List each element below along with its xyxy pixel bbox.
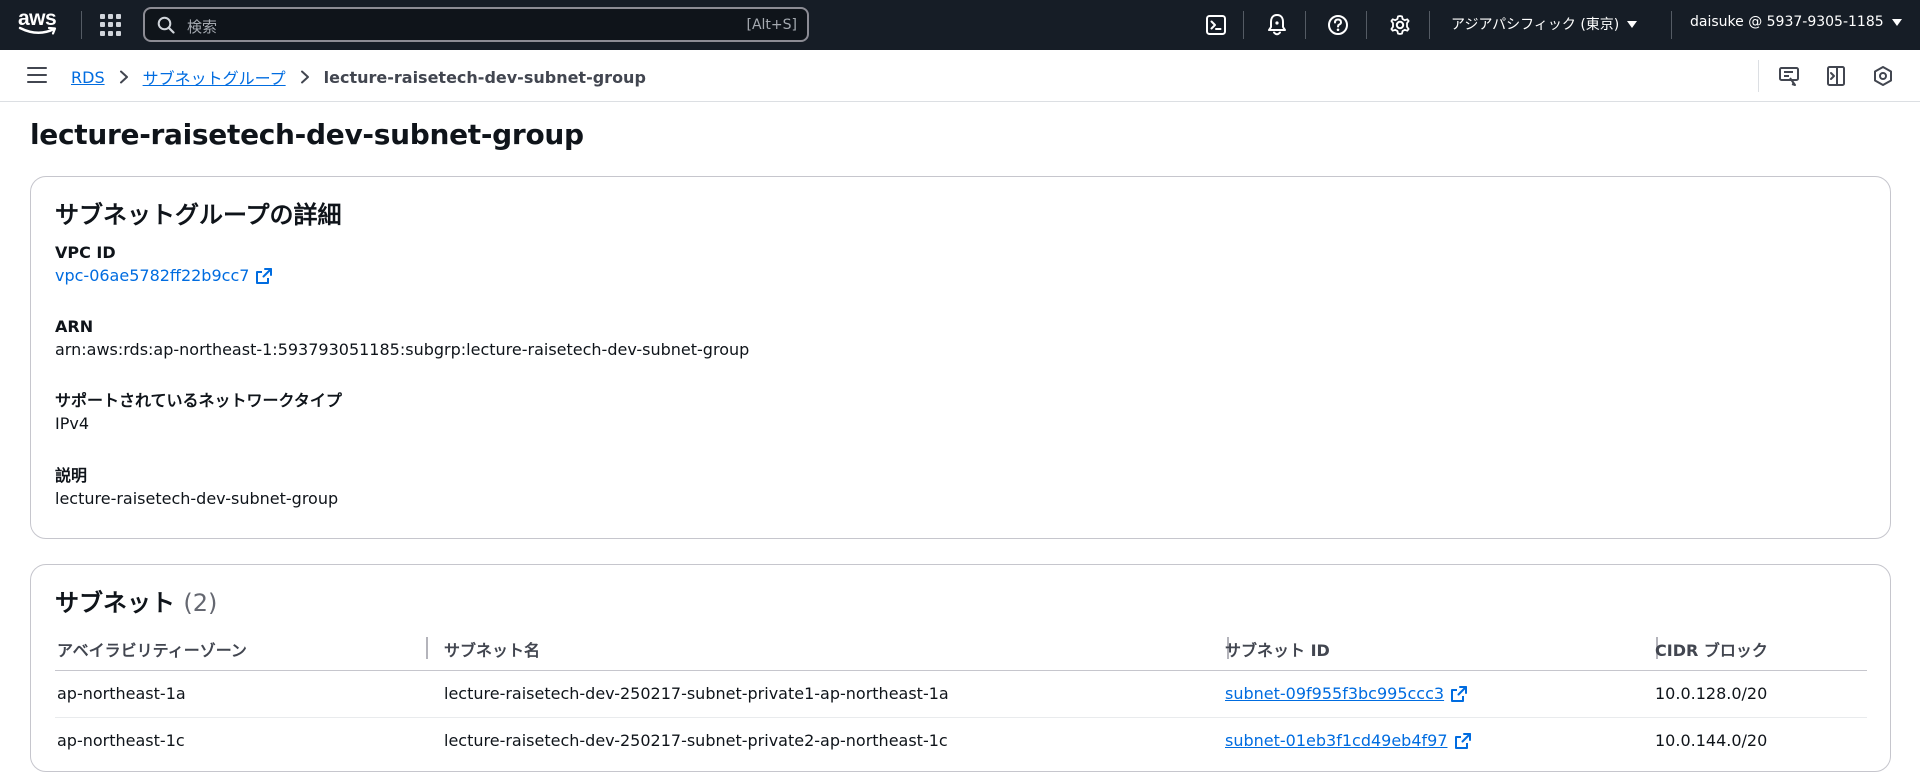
subnet-id-link[interactable]: subnet-01eb3f1cd49eb4f97 bbox=[1225, 731, 1472, 750]
settings-icon[interactable] bbox=[1387, 12, 1413, 38]
column-resizer[interactable] bbox=[426, 637, 428, 659]
subnet-id-text: subnet-09f955f3bc995ccc3 bbox=[1225, 684, 1445, 703]
column-header-subnet-id[interactable]: サブネット ID bbox=[1225, 637, 1330, 661]
caret-down-icon bbox=[1891, 18, 1902, 26]
nav-divider bbox=[1243, 11, 1244, 39]
arn-value: arn:aws:rds:ap-northeast-1:593793051185:… bbox=[55, 340, 750, 359]
description-label: 説明 bbox=[55, 466, 88, 485]
search-placeholder: 検索 bbox=[187, 18, 218, 36]
vpc-id-field: VPC ID vpc-06ae5782ff22b9cc7 bbox=[55, 242, 273, 288]
external-link-icon bbox=[256, 268, 273, 284]
cell-cidr: 10.0.144.0/20 bbox=[1655, 731, 1768, 750]
page-title: lecture-raisetech-dev-subnet-group bbox=[30, 118, 584, 151]
cell-subnet-id: subnet-09f955f3bc995ccc3 bbox=[1225, 684, 1468, 703]
nav-divider bbox=[1671, 11, 1672, 39]
network-type-field: サポートされているネットワークタイプ IPv4 bbox=[55, 390, 342, 436]
external-link-icon bbox=[1454, 732, 1471, 749]
description-value: lecture-raisetech-dev-subnet-group bbox=[55, 489, 339, 508]
breadcrumb-subnet-groups[interactable]: サブネットグループ bbox=[143, 65, 286, 89]
breadcrumb-current: lecture-raisetech-dev-subnet-group bbox=[323, 67, 646, 87]
breadcrumb-bar: RDS サブネットグループ lecture-raisetech-dev-subn… bbox=[0, 50, 1920, 102]
account-label: daisuke @ 5937-9305-1185 bbox=[1690, 14, 1884, 30]
feedback-icon[interactable] bbox=[1777, 64, 1801, 88]
aws-logo[interactable]: aws bbox=[18, 7, 62, 40]
subnet-id-text: subnet-01eb3f1cd49eb4f97 bbox=[1225, 731, 1448, 750]
column-header-cidr[interactable]: CIDR ブロック bbox=[1655, 637, 1768, 661]
breadcrumb-rds[interactable]: RDS bbox=[71, 68, 105, 87]
cell-subnet-name: lecture-raisetech-dev-250217-subnet-priv… bbox=[444, 731, 948, 750]
details-title: サブネットグループの詳細 bbox=[55, 201, 342, 229]
hexagon-icon[interactable] bbox=[1871, 64, 1895, 88]
nav-divider bbox=[1366, 11, 1367, 39]
subnet-group-details-card: サブネットグループの詳細 VPC ID vpc-06ae5782ff22b9cc… bbox=[30, 176, 1891, 539]
chevron-right-icon bbox=[300, 70, 310, 84]
services-menu-icon[interactable] bbox=[100, 14, 122, 36]
search-input[interactable]: 検索 [Alt+S] bbox=[143, 7, 809, 42]
notifications-icon[interactable] bbox=[1264, 12, 1290, 38]
arn-label: ARN bbox=[55, 317, 94, 336]
column-header-subnet-name[interactable]: サブネット名 bbox=[444, 637, 540, 661]
cell-subnet-id: subnet-01eb3f1cd49eb4f97 bbox=[1225, 731, 1472, 750]
cell-cidr: 10.0.128.0/20 bbox=[1655, 684, 1768, 703]
cloudshell-icon[interactable] bbox=[1203, 12, 1229, 38]
network-type-value: IPv4 bbox=[55, 414, 90, 433]
vpc-id-label: VPC ID bbox=[55, 243, 116, 262]
vpc-id-value: vpc-06ae5782ff22b9cc7 bbox=[55, 266, 250, 285]
table-row: ap-northeast-1a lecture-raisetech-dev-25… bbox=[55, 671, 1867, 718]
breadcrumb: RDS サブネットグループ lecture-raisetech-dev-subn… bbox=[71, 65, 646, 89]
region-selector[interactable]: アジアパシフィック (東京) bbox=[1451, 14, 1638, 34]
subnet-id-link[interactable]: subnet-09f955f3bc995ccc3 bbox=[1225, 684, 1468, 703]
cell-az: ap-northeast-1a bbox=[57, 684, 186, 703]
vpc-id-link[interactable]: vpc-06ae5782ff22b9cc7 bbox=[55, 264, 273, 288]
external-link-icon bbox=[1451, 685, 1468, 702]
search-icon bbox=[157, 16, 175, 34]
help-icon[interactable] bbox=[1325, 12, 1351, 38]
side-panel-icon[interactable] bbox=[1824, 64, 1848, 88]
network-type-label: サポートされているネットワークタイプ bbox=[55, 391, 342, 410]
description-field: 説明 lecture-raisetech-dev-subnet-group bbox=[55, 465, 338, 511]
region-label: アジアパシフィック (東京) bbox=[1451, 17, 1620, 33]
subnets-title: サブネット (2) bbox=[55, 583, 217, 618]
subnets-card: サブネット (2) アベイラビリティーゾーン サブネット名 サブネット ID C… bbox=[30, 564, 1891, 772]
aws-logo-text: aws bbox=[18, 7, 57, 30]
account-menu[interactable]: daisuke @ 5937-9305-1185 bbox=[1690, 14, 1902, 30]
nav-divider bbox=[81, 11, 82, 39]
search-shortcut: [Alt+S] bbox=[746, 17, 798, 33]
nav-divider bbox=[1305, 11, 1306, 39]
tools-divider bbox=[1758, 60, 1759, 92]
nav-divider bbox=[1429, 11, 1430, 39]
chevron-right-icon bbox=[119, 70, 129, 84]
cell-az: ap-northeast-1c bbox=[57, 731, 185, 750]
top-navigation: aws 検索 [Alt+S] アジアパシフィック (東京) daisuke @ … bbox=[0, 0, 1920, 50]
arn-field: ARN arn:aws:rds:ap-northeast-1:593793051… bbox=[55, 316, 749, 362]
subnets-title-text: サブネット bbox=[55, 589, 175, 617]
column-header-az[interactable]: アベイラビリティーゾーン bbox=[57, 637, 247, 661]
caret-down-icon bbox=[1627, 20, 1638, 28]
menu-icon[interactable] bbox=[27, 67, 47, 83]
subnets-count: (2) bbox=[183, 589, 218, 617]
cell-subnet-name: lecture-raisetech-dev-250217-subnet-priv… bbox=[444, 684, 949, 703]
table-row: ap-northeast-1c lecture-raisetech-dev-25… bbox=[55, 718, 1867, 765]
table-header: アベイラビリティーゾーン サブネット名 サブネット ID CIDR ブロック bbox=[55, 625, 1867, 671]
